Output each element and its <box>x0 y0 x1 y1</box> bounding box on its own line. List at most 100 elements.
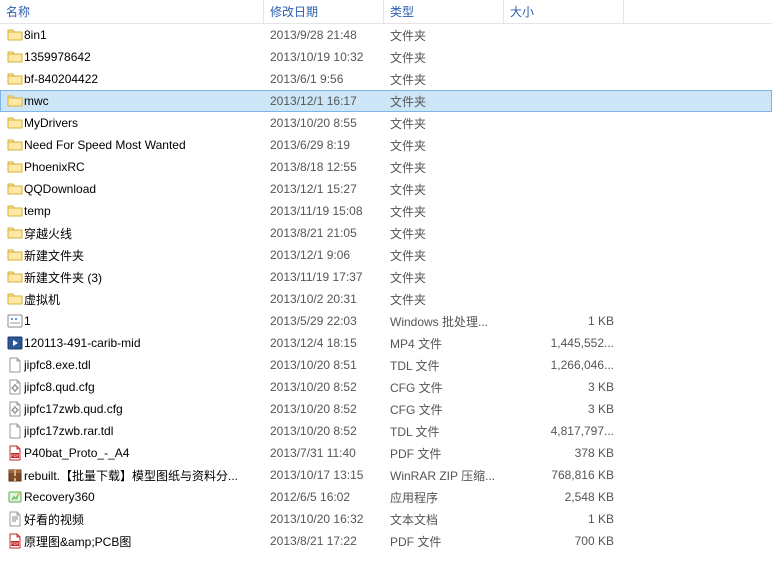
list-item[interactable]: QQDownload2013/12/1 15:27文件夹 <box>0 178 772 200</box>
video-icon <box>6 335 24 351</box>
file-type: 文件夹 <box>390 159 510 176</box>
file-type: 文件夹 <box>390 247 510 264</box>
file-name: jipfc17zwb.rar.tdl <box>24 424 270 438</box>
folder-icon <box>6 269 24 285</box>
list-item[interactable]: PhoenixRC2013/8/18 12:55文件夹 <box>0 156 772 178</box>
list-item[interactable]: temp2013/11/19 15:08文件夹 <box>0 200 772 222</box>
file-type: 文件夹 <box>390 203 510 220</box>
list-item[interactable]: 新建文件夹2013/12/1 9:06文件夹 <box>0 244 772 266</box>
file-type: CFG 文件 <box>390 379 510 396</box>
file-size: 378 KB <box>510 446 630 460</box>
folder-icon <box>6 225 24 241</box>
file-type: 应用程序 <box>390 489 510 506</box>
file-name: bf-840204422 <box>24 72 270 86</box>
file-date: 2013/10/19 10:32 <box>270 50 390 64</box>
list-item[interactable]: jipfc8.qud.cfg2013/10/20 8:52CFG 文件3 KB <box>0 376 772 398</box>
file-date: 2013/10/20 8:52 <box>270 380 390 394</box>
list-item[interactable]: bf-8402044222013/6/1 9:56文件夹 <box>0 68 772 90</box>
list-item[interactable]: jipfc8.exe.tdl2013/10/20 8:51TDL 文件1,266… <box>0 354 772 376</box>
file-date: 2013/11/19 17:37 <box>270 270 390 284</box>
file-type: 文件夹 <box>390 181 510 198</box>
list-item[interactable]: jipfc17zwb.rar.tdl2013/10/20 8:52TDL 文件4… <box>0 420 772 442</box>
list-item[interactable]: 13599786422013/10/19 10:32文件夹 <box>0 46 772 68</box>
folder-icon <box>6 49 24 65</box>
file-name: jipfc17zwb.qud.cfg <box>24 402 270 416</box>
file-icon <box>6 357 24 373</box>
list-item[interactable]: 新建文件夹 (3)2013/11/19 17:37文件夹 <box>0 266 772 288</box>
file-size: 1,266,046... <box>510 358 630 372</box>
file-type: 文件夹 <box>390 115 510 132</box>
header-name[interactable]: 名称 <box>0 0 264 24</box>
bat-icon <box>6 313 24 329</box>
list-item[interactable]: 120113-491-carib-mid2013/12/4 18:15MP4 文… <box>0 332 772 354</box>
file-type: 文件夹 <box>390 225 510 242</box>
list-item[interactable]: jipfc17zwb.qud.cfg2013/10/20 8:52CFG 文件3… <box>0 398 772 420</box>
file-name: mwc <box>24 94 270 108</box>
file-date: 2013/12/1 16:17 <box>270 94 390 108</box>
file-size: 3 KB <box>510 380 630 394</box>
header-type[interactable]: 类型 <box>384 0 504 24</box>
file-date: 2013/5/29 22:03 <box>270 314 390 328</box>
file-date: 2013/6/29 8:19 <box>270 138 390 152</box>
file-name: 新建文件夹 <box>24 247 270 264</box>
list-item[interactable]: PDFP40bat_Proto_-_A42013/7/31 11:40PDF 文… <box>0 442 772 464</box>
file-name: PhoenixRC <box>24 160 270 174</box>
file-name: Recovery360 <box>24 490 270 504</box>
list-item[interactable]: MyDrivers2013/10/20 8:55文件夹 <box>0 112 772 134</box>
folder-icon <box>6 159 24 175</box>
file-list: 8in12013/9/28 21:48文件夹13599786422013/10/… <box>0 24 772 552</box>
file-date: 2013/12/1 9:06 <box>270 248 390 262</box>
file-type: 文件夹 <box>390 137 510 154</box>
header-date[interactable]: 修改日期 <box>264 0 384 24</box>
list-item[interactable]: 好看的视频2013/10/20 16:32文本文档1 KB <box>0 508 772 530</box>
file-name: 好看的视频 <box>24 511 270 528</box>
file-date: 2013/8/21 21:05 <box>270 226 390 240</box>
list-item[interactable]: 虚拟机2013/10/2 20:31文件夹 <box>0 288 772 310</box>
file-date: 2013/10/17 13:15 <box>270 468 390 482</box>
column-header: 名称 修改日期 类型 大小 <box>0 0 772 24</box>
file-date: 2013/8/18 12:55 <box>270 160 390 174</box>
file-date: 2013/9/28 21:48 <box>270 28 390 42</box>
file-name: jipfc8.exe.tdl <box>24 358 270 372</box>
file-name: 1 <box>24 314 270 328</box>
zip-icon <box>6 467 24 483</box>
file-date: 2013/10/20 8:52 <box>270 424 390 438</box>
file-name: jipfc8.qud.cfg <box>24 380 270 394</box>
file-name: Need For Speed Most Wanted <box>24 138 270 152</box>
list-item[interactable]: mwc2013/12/1 16:17文件夹 <box>0 90 772 112</box>
svg-text:PDF: PDF <box>11 541 20 546</box>
file-date: 2013/10/20 16:32 <box>270 512 390 526</box>
file-name: 原理图&amp;PCB图 <box>24 533 270 550</box>
file-date: 2013/7/31 11:40 <box>270 446 390 460</box>
file-size: 768,816 KB <box>510 468 630 482</box>
folder-icon <box>6 71 24 87</box>
file-size: 1 KB <box>510 314 630 328</box>
list-item[interactable]: 12013/5/29 22:03Windows 批处理...1 KB <box>0 310 772 332</box>
file-date: 2013/10/20 8:51 <box>270 358 390 372</box>
file-name: 穿越火线 <box>24 225 270 242</box>
file-size: 2,548 KB <box>510 490 630 504</box>
file-date: 2013/10/20 8:52 <box>270 402 390 416</box>
file-size: 3 KB <box>510 402 630 416</box>
file-type: 文件夹 <box>390 49 510 66</box>
file-date: 2013/11/19 15:08 <box>270 204 390 218</box>
list-item[interactable]: PDF原理图&amp;PCB图2013/8/21 17:22PDF 文件700 … <box>0 530 772 552</box>
cfg-icon <box>6 401 24 417</box>
list-item[interactable]: Recovery3602012/6/5 16:02应用程序2,548 KB <box>0 486 772 508</box>
list-item[interactable]: 穿越火线2013/8/21 21:05文件夹 <box>0 222 772 244</box>
exe-icon <box>6 489 24 505</box>
folder-icon <box>6 247 24 263</box>
file-type: TDL 文件 <box>390 357 510 374</box>
header-size[interactable]: 大小 <box>504 0 624 24</box>
list-item[interactable]: Need For Speed Most Wanted2013/6/29 8:19… <box>0 134 772 156</box>
pdf-icon: PDF <box>6 533 24 549</box>
folder-icon <box>6 181 24 197</box>
file-size: 700 KB <box>510 534 630 548</box>
file-type: 文件夹 <box>390 291 510 308</box>
file-type: CFG 文件 <box>390 401 510 418</box>
list-item[interactable]: rebuilt.【批量下载】模型图纸与资料分...2013/10/17 13:1… <box>0 464 772 486</box>
list-item[interactable]: 8in12013/9/28 21:48文件夹 <box>0 24 772 46</box>
file-date: 2013/6/1 9:56 <box>270 72 390 86</box>
file-name: 1359978642 <box>24 50 270 64</box>
file-type: 文本文档 <box>390 511 510 528</box>
